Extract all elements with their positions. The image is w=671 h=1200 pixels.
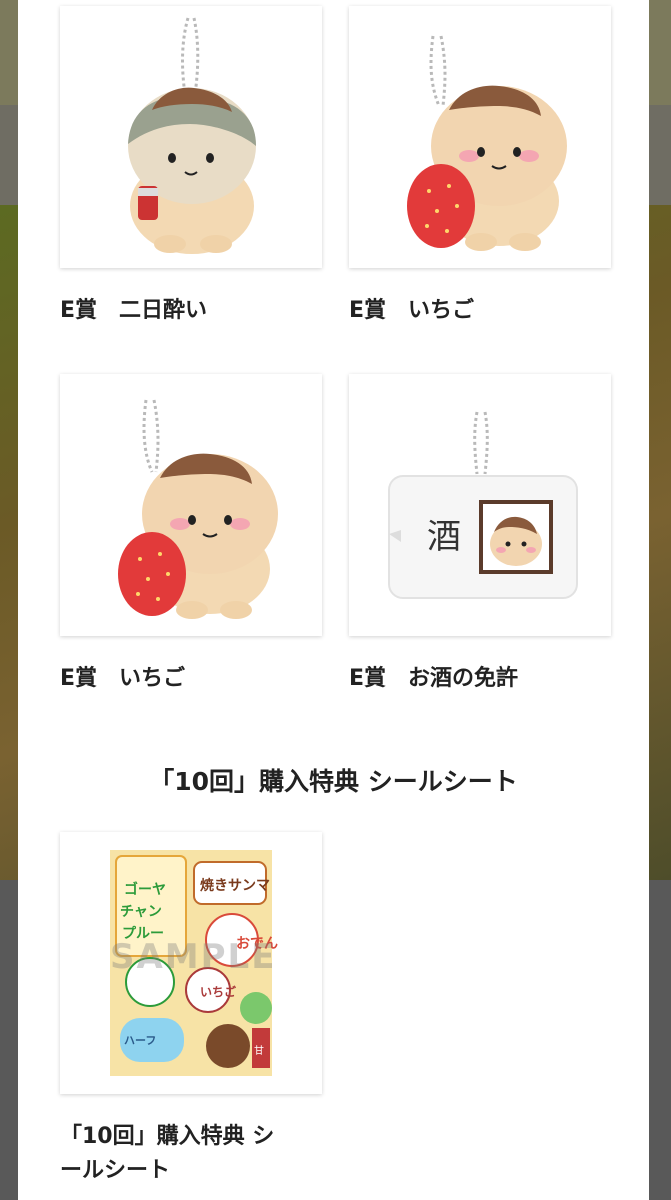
bonus-label: 「10回」購入特典 シ ールシート xyxy=(60,1124,275,1183)
svg-text:チャン: チャン xyxy=(120,904,162,920)
prize-card[interactable]: E賞 いちご xyxy=(60,374,322,696)
plush-strawberry-image[interactable] xyxy=(60,374,322,636)
plush-strawberry-image[interactable] xyxy=(349,6,611,268)
prize-label: E賞 二日酔い xyxy=(60,298,208,323)
prize-label: E賞 お酒の免許 xyxy=(349,666,519,691)
sticker-sheet-image[interactable]: ゴーヤ チャン プルー 焼きサンマ おでん いちご ハーフ 甘 SAMPLE xyxy=(60,832,322,1094)
svg-text:ゴーヤ: ゴーヤ xyxy=(124,881,166,898)
sample-watermark: SAMPLE xyxy=(110,937,277,977)
prize-label: E賞 いちご xyxy=(349,298,475,323)
section-title: 「10回」購入特典 シールシート xyxy=(149,767,518,796)
prize-modal: E賞 二日酔い E賞 いちご E賞 いちご 酒 E賞 お酒の免許 「10回」購入… xyxy=(18,0,649,1200)
svg-text:ハーフ: ハーフ xyxy=(124,1034,156,1047)
prize-card[interactable]: 酒 E賞 お酒の免許 xyxy=(349,374,611,696)
prize-card[interactable]: E賞 二日酔い xyxy=(60,6,322,328)
plush-hangover-image[interactable] xyxy=(60,6,322,268)
pouch-license-image[interactable]: 酒 xyxy=(349,374,611,636)
prize-card[interactable]: E賞 いちご xyxy=(349,6,611,328)
svg-text:いちご: いちご xyxy=(200,984,237,999)
svg-text:焼きサンマ: 焼きサンマ xyxy=(200,877,270,894)
bonus-card[interactable]: ゴーヤ チャン プルー 焼きサンマ おでん いちご ハーフ 甘 SAMPLE 「… xyxy=(60,832,322,1188)
svg-text:甘: 甘 xyxy=(254,1044,264,1057)
svg-text:酒: 酒 xyxy=(427,517,461,557)
prize-label: E賞 いちご xyxy=(60,666,186,691)
